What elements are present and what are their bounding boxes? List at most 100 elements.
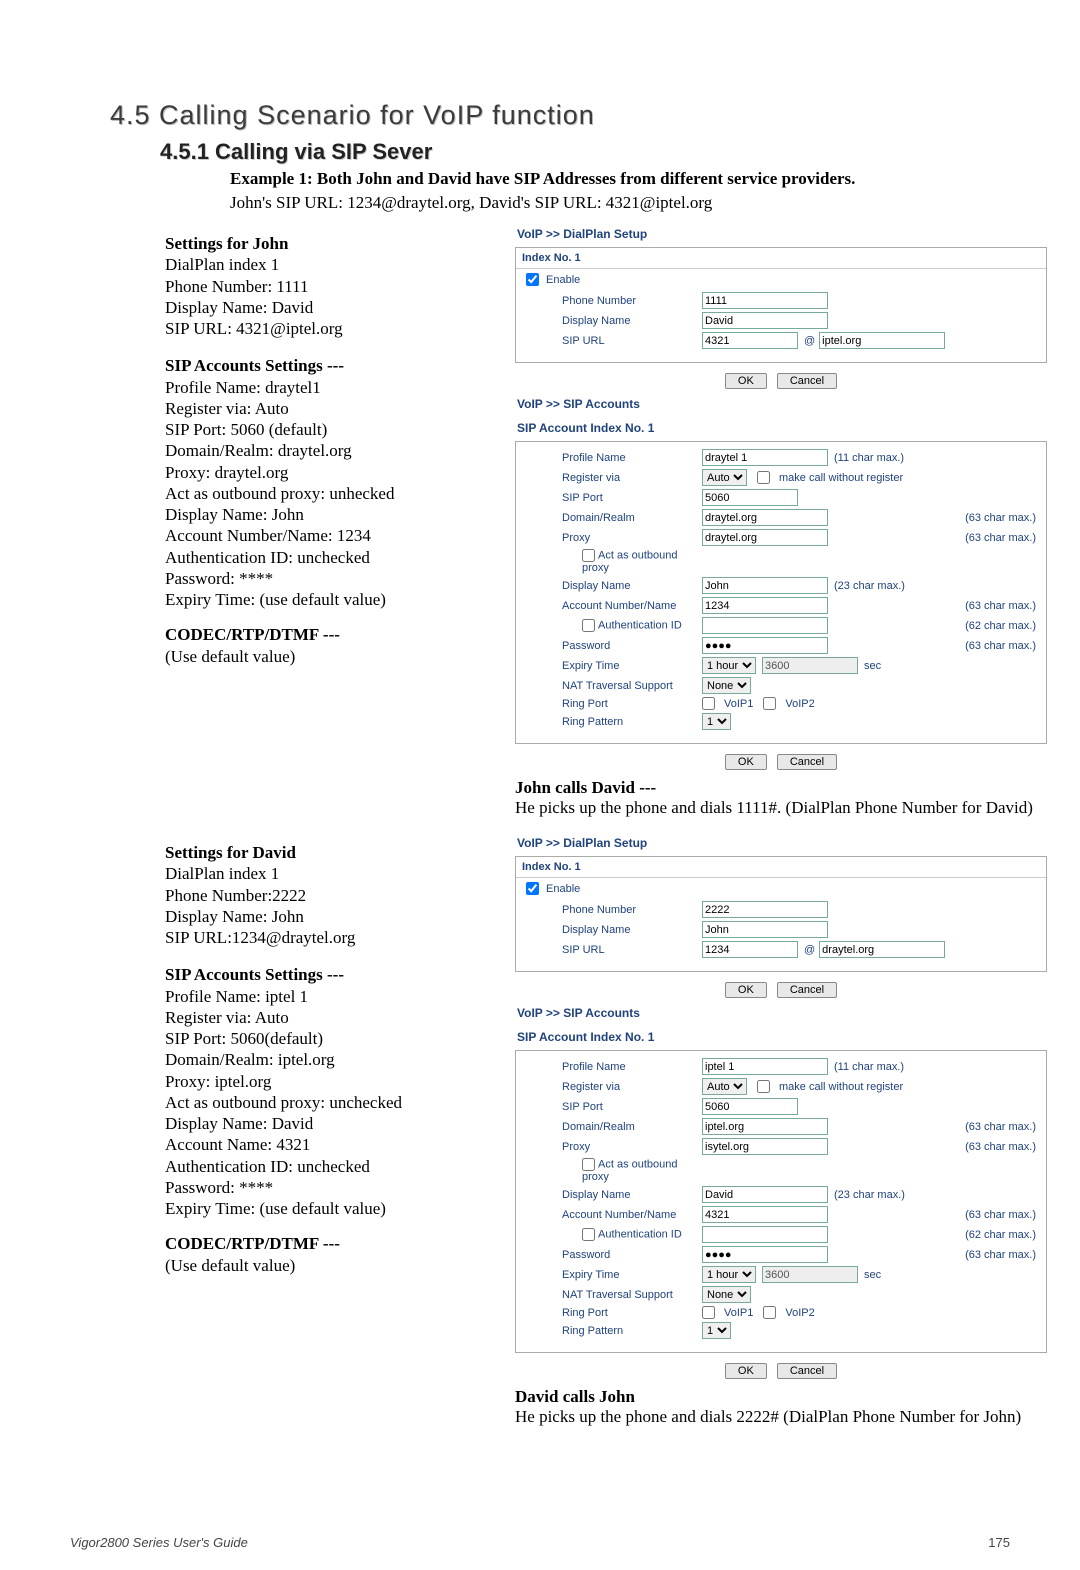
sip-account-index: SIP Account Index No. 1	[517, 421, 1047, 435]
phone-number-label: Phone Number	[562, 904, 702, 916]
david-calls-head: David calls John	[515, 1387, 635, 1406]
voip1-label: VoIP1	[724, 1307, 753, 1319]
hint-63: (63 char max.)	[965, 1249, 1036, 1261]
john-codec-head: CODEC/RTP/DTMF ---	[165, 624, 505, 645]
sip-url-user-input[interactable]	[702, 332, 798, 349]
david-calls-body: He picks up the phone and dials 2222# (D…	[515, 1407, 1021, 1426]
sip-url-user-input[interactable]	[702, 941, 798, 958]
proxy-input[interactable]	[702, 1138, 828, 1155]
david-codec-line: (Use default value)	[165, 1255, 505, 1276]
david-sip-line: Proxy: iptel.org	[165, 1071, 505, 1092]
act-outbound-label: Act as outbound proxy	[582, 1158, 678, 1183]
act-outbound-checkbox[interactable]	[582, 1158, 595, 1171]
ring-pattern-select[interactable]: 1	[702, 713, 731, 730]
sip-port-input[interactable]	[702, 1098, 798, 1115]
nat-trav-label: NAT Traversal Support	[562, 680, 702, 692]
sip-account-index: SIP Account Index No. 1	[517, 1030, 1047, 1044]
ring-port-label: Ring Port	[562, 1307, 702, 1319]
nat-trav-label: NAT Traversal Support	[562, 1289, 702, 1301]
sip-url-domain-input[interactable]	[819, 941, 945, 958]
domain-realm-input[interactable]	[702, 1118, 828, 1135]
expiry-value-input	[762, 1266, 858, 1283]
sip-panel-david: Profile Name (11 char max.) Register via…	[515, 1050, 1047, 1353]
auth-id-input[interactable]	[702, 617, 828, 634]
voip2-checkbox[interactable]	[763, 1306, 776, 1319]
profile-name-input[interactable]	[702, 1058, 828, 1075]
ok-button[interactable]: OK	[725, 1363, 767, 1379]
hint-63: (63 char max.)	[965, 1121, 1036, 1133]
display-name-input[interactable]	[702, 577, 828, 594]
enable-checkbox[interactable]	[526, 882, 539, 895]
auth-id-checkbox[interactable]	[582, 619, 595, 632]
nat-select[interactable]: None	[702, 1286, 751, 1303]
hint-63: (63 char max.)	[965, 1209, 1036, 1221]
hint-11: (11 char max.)	[834, 452, 904, 464]
hint-23: (23 char max.)	[834, 580, 905, 592]
act-outbound-checkbox[interactable]	[582, 549, 595, 562]
voip2-label: VoIP2	[785, 1307, 814, 1319]
expiry-time-label: Expiry Time	[562, 1269, 702, 1281]
proxy-input[interactable]	[702, 529, 828, 546]
ok-button[interactable]: OK	[725, 373, 767, 389]
john-sip-line: Authentication ID: unchecked	[165, 547, 505, 568]
hint-63: (63 char max.)	[965, 640, 1036, 652]
at-label: @	[804, 335, 815, 347]
john-line: Display Name: David	[165, 297, 505, 318]
enable-label: Enable	[546, 883, 580, 895]
ring-pattern-select[interactable]: 1	[702, 1322, 731, 1339]
subsection-title: 4.5.1 Calling via SIP Sever	[160, 139, 1010, 165]
domain-realm-input[interactable]	[702, 509, 828, 526]
john-sip-line: Register via: Auto	[165, 398, 505, 419]
john-sip-head: SIP Accounts Settings ---	[165, 355, 505, 376]
make-call-checkbox[interactable]	[757, 1080, 770, 1093]
john-calls-body: He picks up the phone and dials 1111#. (…	[515, 798, 1033, 817]
david-sip-line: Profile Name: iptel 1	[165, 986, 505, 1007]
david-sip-line: Authentication ID: unchecked	[165, 1156, 505, 1177]
expiry-select[interactable]: 1 hour	[702, 657, 756, 674]
display-name-input[interactable]	[702, 312, 828, 329]
expiry-value-input	[762, 657, 858, 674]
sec-label: sec	[864, 1269, 881, 1281]
enable-label: Enable	[546, 274, 580, 286]
sec-label: sec	[864, 660, 881, 672]
phone-number-input[interactable]	[702, 901, 828, 918]
dialplan-panel-david: Index No. 1 Enable Phone Number Display …	[515, 856, 1047, 972]
david-sip-line: Register via: Auto	[165, 1007, 505, 1028]
sip-port-input[interactable]	[702, 489, 798, 506]
cancel-button[interactable]: Cancel	[777, 982, 837, 998]
password-input[interactable]	[702, 637, 828, 654]
auth-id-label: Authentication ID	[598, 1228, 682, 1240]
profile-name-label: Profile Name	[562, 1061, 702, 1073]
profile-name-label: Profile Name	[562, 452, 702, 464]
voip1-checkbox[interactable]	[702, 697, 715, 710]
display-name-input[interactable]	[702, 921, 828, 938]
sip-url-domain-input[interactable]	[819, 332, 945, 349]
make-call-checkbox[interactable]	[757, 471, 770, 484]
profile-name-input[interactable]	[702, 449, 828, 466]
cancel-button[interactable]: Cancel	[777, 1363, 837, 1379]
expiry-select[interactable]: 1 hour	[702, 1266, 756, 1283]
nat-select[interactable]: None	[702, 677, 751, 694]
register-via-select[interactable]: Auto	[702, 469, 747, 486]
ok-button[interactable]: OK	[725, 754, 767, 770]
display-name-input[interactable]	[702, 1186, 828, 1203]
register-via-select[interactable]: Auto	[702, 1078, 747, 1095]
ok-button[interactable]: OK	[725, 982, 767, 998]
hint-63: (63 char max.)	[965, 1141, 1036, 1153]
display-name-label: Display Name	[562, 924, 702, 936]
auth-id-checkbox[interactable]	[582, 1228, 595, 1241]
display-name-label: Display Name	[562, 580, 702, 592]
voip1-checkbox[interactable]	[702, 1306, 715, 1319]
auth-id-input[interactable]	[702, 1226, 828, 1243]
voip2-label: VoIP2	[785, 698, 814, 710]
john-sip-line: SIP Port: 5060 (default)	[165, 419, 505, 440]
account-number-input[interactable]	[702, 1206, 828, 1223]
voip2-checkbox[interactable]	[763, 697, 776, 710]
cancel-button[interactable]: Cancel	[777, 373, 837, 389]
password-input[interactable]	[702, 1246, 828, 1263]
account-number-label: Account Number/Name	[562, 1209, 702, 1221]
cancel-button[interactable]: Cancel	[777, 754, 837, 770]
account-number-input[interactable]	[702, 597, 828, 614]
phone-number-input[interactable]	[702, 292, 828, 309]
enable-checkbox[interactable]	[526, 273, 539, 286]
